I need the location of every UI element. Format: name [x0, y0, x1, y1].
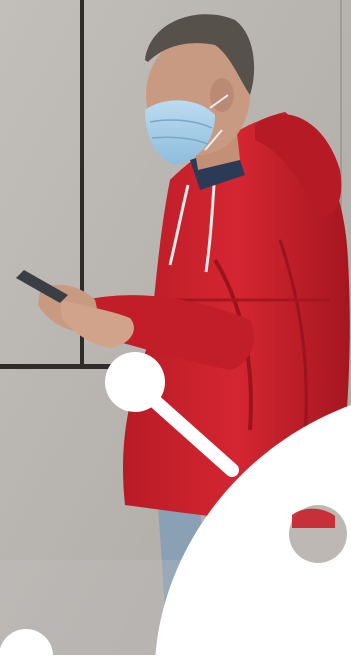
hero-banner — [0, 0, 351, 662]
decorative-overlay — [0, 352, 351, 662]
network-node-icon — [105, 352, 165, 412]
